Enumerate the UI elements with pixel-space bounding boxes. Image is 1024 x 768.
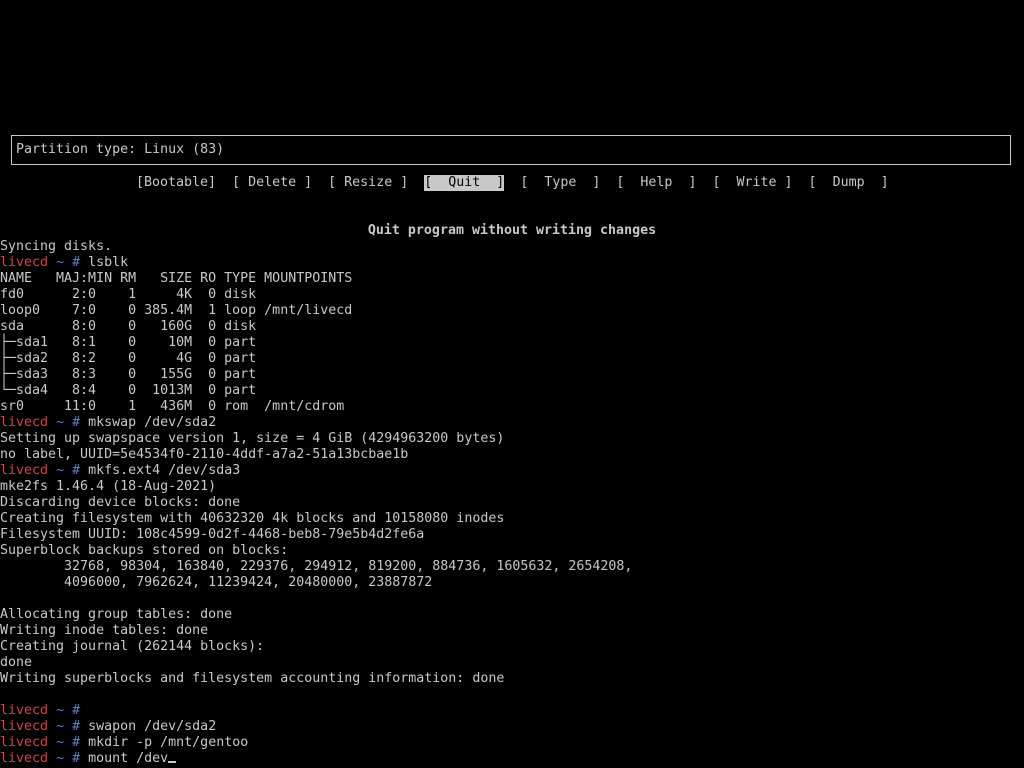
partition-type-label: Partition type: Linux (83) <box>16 142 225 157</box>
prompt-symbol: ~ # <box>56 719 81 734</box>
terminal-screen[interactable]: Partition type: Linux (83) [Bootable] [ … <box>0 0 1024 768</box>
output-text: 4096000, 7962624, 11239424, 20480000, 23… <box>0 575 433 590</box>
output-line: 4096000, 7962624, 11239424, 20480000, 23… <box>0 575 1024 591</box>
output-text: Creating filesystem with 40632320 4k blo… <box>0 511 505 526</box>
command-line: livecd ~ # <box>0 703 1024 719</box>
output-text: Writing inode tables: done <box>0 623 209 638</box>
output-line: Setting up swapspace version 1, size = 4… <box>0 431 1024 447</box>
command-line: livecd ~ # swapon /dev/sda2 <box>0 719 1024 735</box>
output-line: sda 8:0 0 160G 0 disk <box>0 319 1024 335</box>
command-text: swapon /dev/sda2 <box>88 719 217 734</box>
text-cursor <box>168 761 177 763</box>
output-text: ├─sda3 8:3 0 155G 0 part <box>0 367 257 382</box>
menu-item-3[interactable]: [ Quit ] <box>424 175 505 191</box>
menu-item-7[interactable]: [ Dump ] <box>809 175 889 191</box>
output-text: Writing superblocks and filesystem accou… <box>0 671 505 686</box>
menu-item-5[interactable]: [ Help ] <box>616 175 696 191</box>
output-text: sr0 11:0 1 436M 0 rom /mnt/cdrom <box>0 399 345 414</box>
output-text: NAME MAJ:MIN RM SIZE RO TYPE MOUNTPOINTS <box>0 271 353 286</box>
command-text: mkdir -p /mnt/gentoo <box>88 735 249 750</box>
menu-item-0[interactable]: [Bootable] <box>136 175 216 191</box>
prompt-host: livecd <box>0 751 49 766</box>
output-line: Creating journal (262144 blocks): <box>0 639 1024 655</box>
command-text: mkswap /dev/sda2 <box>88 415 217 430</box>
output-text: sda 8:0 0 160G 0 disk <box>0 319 257 334</box>
output-line: no label, UUID=5e4534f0-2110-4ddf-a7a2-5… <box>0 447 1024 463</box>
prompt-host: livecd <box>0 415 49 430</box>
output-line: done <box>0 655 1024 671</box>
command-text: mkfs.ext4 /dev/sda3 <box>88 463 241 478</box>
output-line: fd0 2:0 1 4K 0 disk <box>0 287 1024 303</box>
menu-item-4[interactable]: [ Type ] <box>520 175 600 191</box>
output-line: ├─sda1 8:1 0 10M 0 part <box>0 335 1024 351</box>
output-line: └─sda4 8:4 0 1013M 0 part <box>0 383 1024 399</box>
output-line: Syncing disks. <box>0 239 1024 255</box>
output-text: no label, UUID=5e4534f0-2110-4ddf-a7a2-5… <box>0 447 409 462</box>
output-text: └─sda4 8:4 0 1013M 0 part <box>0 383 257 398</box>
output-text: Filesystem UUID: 108c4599-0d2f-4468-beb8… <box>0 527 425 542</box>
command-line: livecd ~ # mkswap /dev/sda2 <box>0 415 1024 431</box>
command-line: livecd ~ # lsblk <box>0 255 1024 271</box>
command-line: livecd ~ # mkfs.ext4 /dev/sda3 <box>0 463 1024 479</box>
command-text: mount /dev <box>88 751 169 766</box>
output-line: Filesystem UUID: 108c4599-0d2f-4468-beb8… <box>0 527 1024 543</box>
output-text: Allocating group tables: done <box>0 607 233 622</box>
output-text: loop0 7:0 0 385.4M 1 loop /mnt/livecd <box>0 303 353 318</box>
output-text: 32768, 98304, 163840, 229376, 294912, 81… <box>0 559 633 574</box>
prompt-host: livecd <box>0 735 49 750</box>
prompt-host: livecd <box>0 255 49 270</box>
output-line: ├─sda3 8:3 0 155G 0 part <box>0 367 1024 383</box>
cfdisk-menu-bar: [Bootable] [ Delete ] [ Resize ] [ Quit … <box>136 175 889 191</box>
output-text: Syncing disks. <box>0 239 113 254</box>
output-line: Creating filesystem with 40632320 4k blo… <box>0 511 1024 527</box>
prompt-symbol: ~ # <box>56 463 81 478</box>
prompt-symbol: ~ # <box>56 255 81 270</box>
output-text: fd0 2:0 1 4K 0 disk <box>0 287 257 302</box>
prompt-symbol: ~ # <box>56 703 81 718</box>
output-line: loop0 7:0 0 385.4M 1 loop /mnt/livecd <box>0 303 1024 319</box>
output-text: done <box>0 655 33 670</box>
output-line: Superblock backups stored on blocks: <box>0 543 1024 559</box>
output-line: Allocating group tables: done <box>0 607 1024 623</box>
command-text: lsblk <box>88 255 129 270</box>
prompt-host: livecd <box>0 463 49 478</box>
output-text: mke2fs 1.46.4 (18-Aug-2021) <box>0 479 217 494</box>
output-line: 32768, 98304, 163840, 229376, 294912, 81… <box>0 559 1024 575</box>
output-text: ├─sda2 8:2 0 4G 0 part <box>0 351 257 366</box>
output-text: Discarding device blocks: done <box>0 495 241 510</box>
terminal-output[interactable]: Syncing disks. livecd ~ # lsblk NAME MAJ:M… <box>0 239 1024 767</box>
output-line: Writing inode tables: done <box>0 623 1024 639</box>
prompt-symbol: ~ # <box>56 415 81 430</box>
prompt-symbol: ~ # <box>56 735 81 750</box>
menu-item-6[interactable]: [ Write ] <box>712 175 792 191</box>
output-line: Writing superblocks and filesystem accou… <box>0 671 1024 687</box>
output-line: NAME MAJ:MIN RM SIZE RO TYPE MOUNTPOINTS <box>0 271 1024 287</box>
partition-type-box: Partition type: Linux (83) <box>11 135 1011 165</box>
command-line: livecd ~ # mount /dev <box>0 751 1024 767</box>
prompt-host: livecd <box>0 719 49 734</box>
command-line: livecd ~ # mkdir -p /mnt/gentoo <box>0 735 1024 751</box>
output-line: ├─sda2 8:2 0 4G 0 part <box>0 351 1024 367</box>
output-text: Setting up swapspace version 1, size = 4… <box>0 431 505 446</box>
output-text: Creating journal (262144 blocks): <box>0 639 265 654</box>
output-text: Superblock backups stored on blocks: <box>0 543 289 558</box>
menu-hint-text: Quit program without writing changes <box>367 223 657 238</box>
prompt-symbol: ~ # <box>56 751 81 766</box>
output-line: sr0 11:0 1 436M 0 rom /mnt/cdrom <box>0 399 1024 415</box>
output-text: ├─sda1 8:1 0 10M 0 part <box>0 335 257 350</box>
prompt-host: livecd <box>0 703 49 718</box>
output-line: Discarding device blocks: done <box>0 495 1024 511</box>
output-line: mke2fs 1.46.4 (18-Aug-2021) <box>0 479 1024 495</box>
menu-item-1[interactable]: [ Delete ] <box>232 175 312 191</box>
menu-item-2[interactable]: [ Resize ] <box>328 175 408 191</box>
